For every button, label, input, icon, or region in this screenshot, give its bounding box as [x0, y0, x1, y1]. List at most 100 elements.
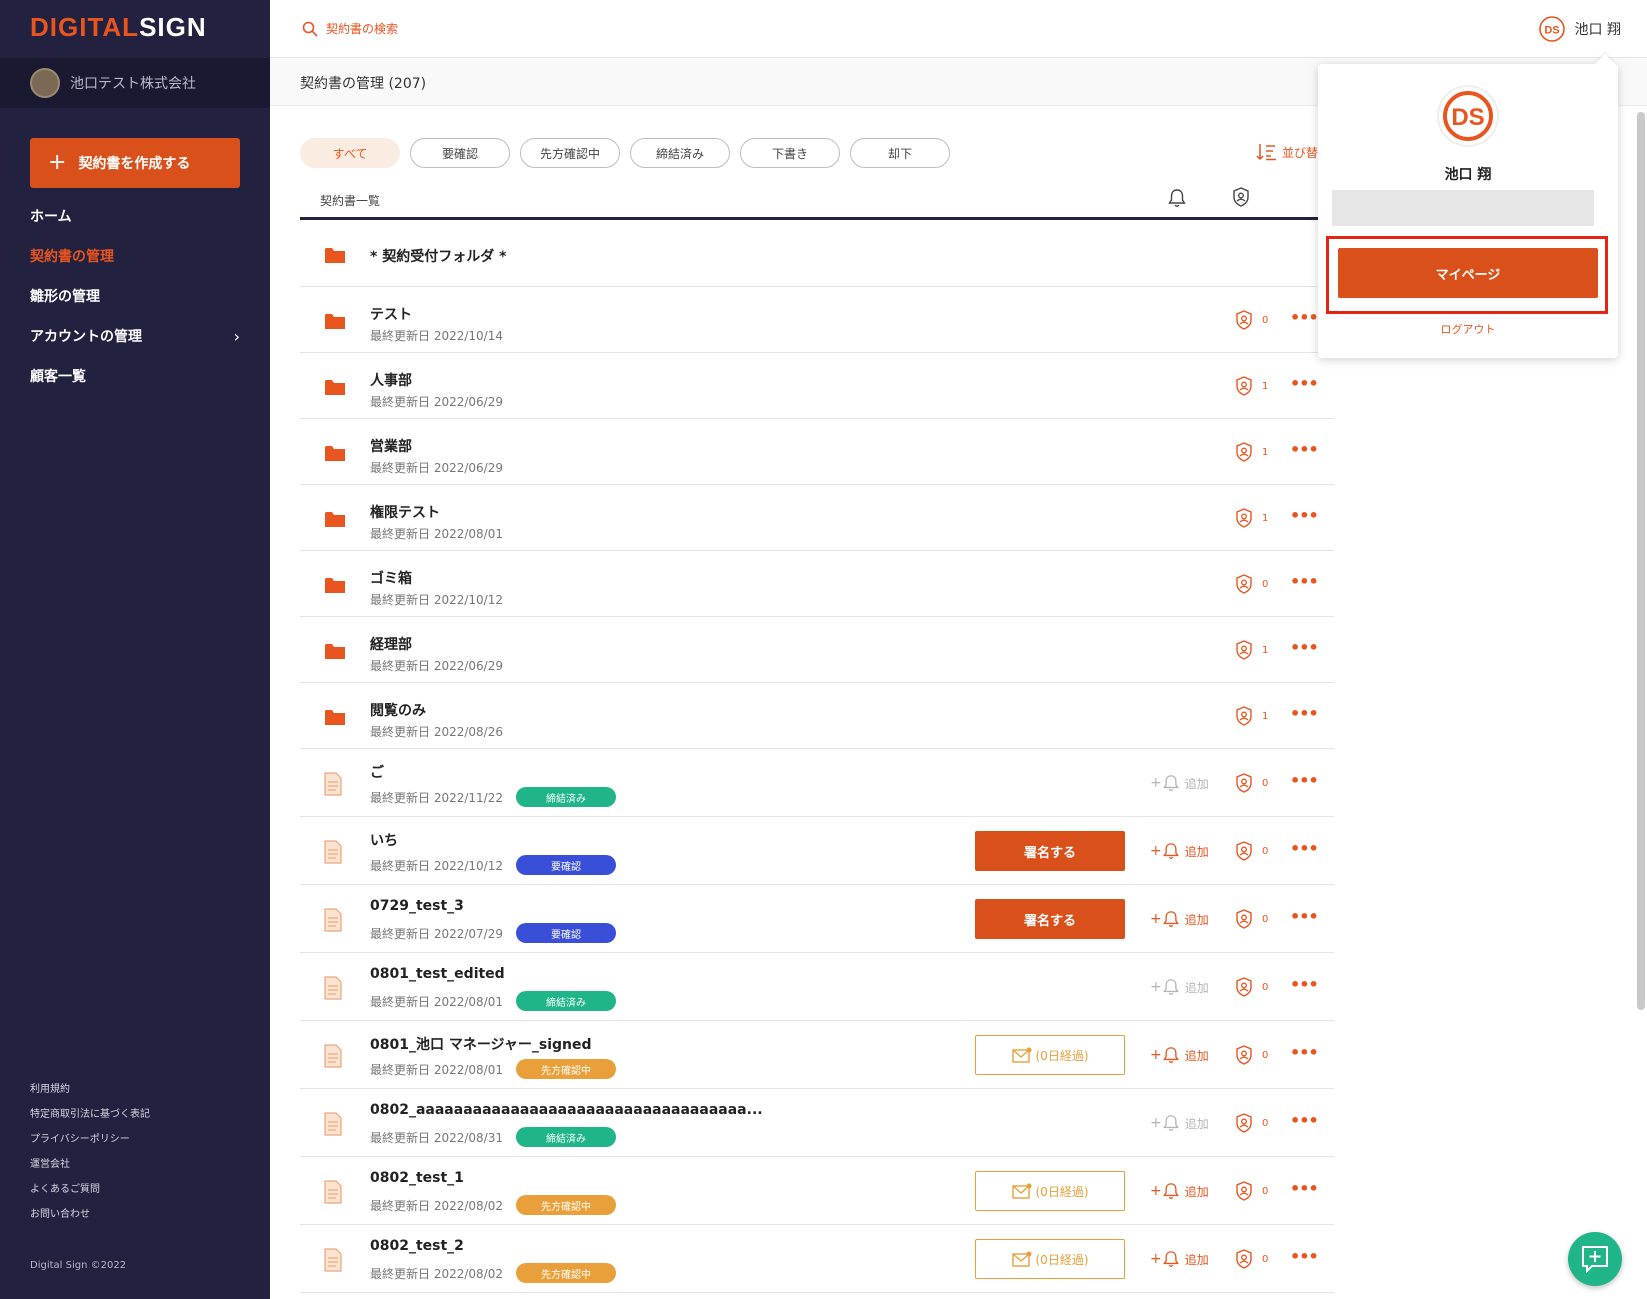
filter-draft[interactable]: 下書き: [740, 138, 840, 168]
permission-indicator[interactable]: 0: [1235, 574, 1268, 594]
filter-concluded[interactable]: 締結済み: [630, 138, 730, 168]
contract-row[interactable]: 0802_test_1 最終更新日 2022/08/02 先方確認中 (0日経過…: [300, 1157, 1334, 1225]
folder-row[interactable]: 人事部 最終更新日 2022/06/29 1 •••: [300, 353, 1334, 419]
user-menu-trigger[interactable]: DS 池口 翔: [1538, 16, 1621, 42]
nav-contract-management[interactable]: 契約書の管理: [30, 246, 240, 266]
more-options-icon[interactable]: •••: [1290, 1043, 1319, 1062]
folder-row[interactable]: 経理部 最終更新日 2022/06/29 1 •••: [300, 617, 1334, 683]
more-options-icon[interactable]: •••: [1290, 907, 1319, 926]
contract-row[interactable]: 0729_test_3 最終更新日 2022/07/29 要確認 署名する + 追…: [300, 885, 1334, 953]
permission-indicator[interactable]: 0: [1235, 1249, 1268, 1269]
reminder-button[interactable]: (0日経過): [975, 1171, 1125, 1211]
more-options-icon[interactable]: •••: [1290, 1111, 1319, 1130]
footer-link-terms[interactable]: 利用規約: [30, 1080, 70, 1095]
permission-shield-icon: [1236, 1249, 1252, 1269]
permission-shield-icon: [1236, 310, 1252, 330]
mail-icon: [1011, 1183, 1031, 1199]
more-options-icon[interactable]: •••: [1290, 975, 1319, 994]
nav-account-management[interactable]: アカウントの管理 ›: [30, 326, 240, 346]
more-options-icon[interactable]: •••: [1290, 308, 1319, 327]
filter-needs-check[interactable]: 要確認: [410, 138, 510, 168]
folder-row[interactable]: 権限テスト 最終更新日 2022/08/01 1 •••: [300, 485, 1334, 551]
more-options-icon[interactable]: •••: [1290, 374, 1319, 393]
add-alert-button[interactable]: + 追加: [1150, 978, 1209, 996]
add-alert-button[interactable]: + 追加: [1150, 1250, 1209, 1268]
folder-row[interactable]: テスト 最終更新日 2022/10/14 0 •••: [300, 287, 1334, 353]
more-options-icon[interactable]: •••: [1290, 440, 1319, 459]
add-alert-button[interactable]: + 追加: [1150, 1046, 1209, 1064]
more-options-icon[interactable]: •••: [1290, 839, 1319, 858]
permission-indicator[interactable]: 0: [1235, 841, 1268, 861]
search-trigger[interactable]: 契約書の検索: [302, 20, 398, 37]
folder-row[interactable]: 営業部 最終更新日 2022/06/29 1 •••: [300, 419, 1334, 485]
reminder-button[interactable]: (0日経過): [975, 1035, 1125, 1075]
folder-row[interactable]: 閲覧のみ 最終更新日 2022/08/26 1 •••: [300, 683, 1334, 749]
chat-button[interactable]: [1568, 1232, 1622, 1286]
add-alert-button[interactable]: + 追加: [1150, 842, 1209, 860]
filter-rejected[interactable]: 却下: [850, 138, 950, 168]
footer-link-faq[interactable]: よくあるご質問: [30, 1180, 100, 1195]
permission-count: 0: [1262, 913, 1269, 925]
footer-link-company[interactable]: 運営会社: [30, 1155, 70, 1170]
more-options-icon[interactable]: •••: [1290, 771, 1319, 790]
nav-home[interactable]: ホーム: [30, 206, 240, 226]
sidebar: DIGITALSIGN 池口テスト株式会社 + 契約書を作成する ホーム 契約書…: [0, 0, 270, 1299]
permission-indicator[interactable]: 0: [1235, 773, 1268, 793]
more-options-icon[interactable]: •••: [1290, 506, 1319, 525]
permission-indicator[interactable]: 1: [1235, 706, 1268, 726]
folder-name: 権限テスト: [370, 505, 440, 521]
permission-indicator[interactable]: 0: [1235, 909, 1268, 929]
permission-indicator[interactable]: 0: [1235, 977, 1268, 997]
more-options-icon[interactable]: •••: [1290, 704, 1319, 723]
contract-row[interactable]: 0802_aaaaaaaaaaaaaaaaaaaaaaaaaaaaaaaaaaa…: [300, 1089, 1334, 1157]
sign-button[interactable]: 署名する: [975, 899, 1125, 939]
permission-indicator[interactable]: 0: [1235, 310, 1268, 330]
folder-row[interactable]: ゴミ箱 最終更新日 2022/10/12 0 •••: [300, 551, 1334, 617]
permission-shield-icon: [1236, 1045, 1252, 1065]
nav-template-management[interactable]: 雛形の管理: [30, 286, 240, 306]
contract-row[interactable]: いち 最終更新日 2022/10/12 要確認 署名する + 追加 0 •••: [300, 817, 1334, 885]
scrollbar[interactable]: [1637, 112, 1645, 1010]
contract-row[interactable]: 0802_test_2 最終更新日 2022/08/02 先方確認中 (0日経過…: [300, 1225, 1334, 1293]
create-contract-button[interactable]: + 契約書を作成する: [30, 138, 240, 188]
status-badge: 先方確認中: [516, 1263, 616, 1283]
nav-customer-list[interactable]: 顧客一覧: [30, 366, 240, 386]
more-options-icon[interactable]: •••: [1290, 638, 1319, 657]
permission-shield-icon: [1236, 1181, 1252, 1201]
permission-indicator[interactable]: 1: [1235, 376, 1268, 396]
app-logo[interactable]: DIGITALSIGN: [30, 12, 207, 43]
filter-pending-counterparty[interactable]: 先方確認中: [520, 138, 620, 168]
sort-button[interactable]: 並び替: [1256, 143, 1318, 161]
permission-indicator[interactable]: 1: [1235, 442, 1268, 462]
sign-button[interactable]: 署名する: [975, 831, 1125, 871]
mypage-button[interactable]: マイページ: [1338, 248, 1598, 298]
company-switcher[interactable]: 池口テスト株式会社: [0, 58, 270, 108]
plus-icon: +: [48, 150, 67, 175]
more-options-icon[interactable]: •••: [1290, 1179, 1319, 1198]
more-options-icon[interactable]: •••: [1290, 1247, 1319, 1266]
reminder-button[interactable]: (0日経過): [975, 1239, 1125, 1279]
permission-indicator[interactable]: 0: [1235, 1045, 1268, 1065]
permission-indicator[interactable]: 1: [1235, 640, 1268, 660]
folder-row[interactable]: * 契約受付フォルダ *: [300, 221, 1334, 287]
footer-link-commercial-law[interactable]: 特定商取引法に基づく表記: [30, 1105, 150, 1120]
filter-all[interactable]: すべて: [300, 138, 400, 168]
add-alert-button[interactable]: + 追加: [1150, 1114, 1209, 1132]
footer-link-contact[interactable]: お問い合わせ: [30, 1205, 90, 1220]
add-alert-button[interactable]: + 追加: [1150, 774, 1209, 792]
contract-row[interactable]: 0801_池口 マネージャー_signed 最終更新日 2022/08/01 先…: [300, 1021, 1334, 1089]
permission-indicator[interactable]: 0: [1235, 1113, 1268, 1133]
contract-row[interactable]: ご 最終更新日 2022/11/22 締結済み + 追加 0 •••: [300, 749, 1334, 817]
permission-indicator[interactable]: 1: [1235, 508, 1268, 528]
footer-link-privacy[interactable]: プライバシーポリシー: [30, 1130, 130, 1145]
add-alert-button[interactable]: + 追加: [1150, 910, 1209, 928]
permission-shield-icon: [1236, 442, 1252, 462]
status-badge: 締結済み: [516, 991, 616, 1011]
permission-indicator[interactable]: 0: [1235, 1181, 1268, 1201]
logout-link[interactable]: ログアウト: [1318, 321, 1618, 337]
contract-row[interactable]: 0801_test_edited 最終更新日 2022/08/01 締結済み +…: [300, 953, 1334, 1021]
create-contract-label: 契約書を作成する: [78, 156, 191, 172]
more-options-icon[interactable]: •••: [1290, 572, 1319, 591]
permission-count: 1: [1262, 710, 1269, 722]
add-alert-button[interactable]: + 追加: [1150, 1182, 1209, 1200]
